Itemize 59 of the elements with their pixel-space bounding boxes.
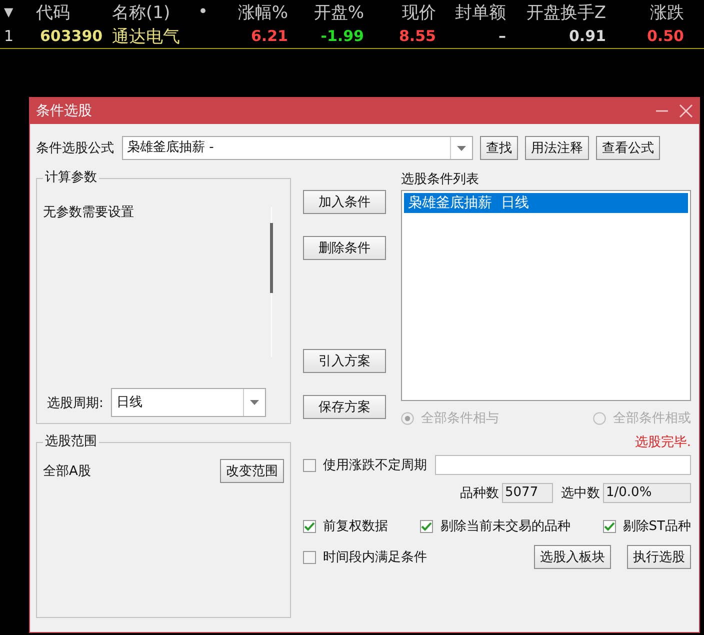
table-cell-text: 8.55	[398, 27, 436, 45]
checkmark-icon	[421, 522, 432, 530]
time-range-checkbox[interactable]: 时间段内满足条件	[303, 548, 427, 566]
period-dropdown[interactable]: 日线	[111, 388, 266, 417]
range-value: 全部A股	[43, 463, 91, 480]
option-checkbox[interactable]: 剔除当前未交易的品种	[420, 517, 570, 535]
toolbar-button[interactable]: 查看公式	[596, 136, 660, 160]
action-button[interactable]: 选股入板块	[534, 545, 611, 569]
table-cell-text: 6.21	[250, 27, 288, 45]
condition-button[interactable]: 删除条件	[303, 236, 386, 260]
condition-list-item[interactable]: 枭雄釜底抽薪 日线	[404, 193, 688, 213]
params-message: 无参数需要设置	[43, 204, 134, 222]
change-range-button[interactable]: 改变范围	[220, 459, 284, 483]
condition-list-label: 选股条件列表	[401, 171, 480, 188]
column-header[interactable]: 现价	[364, 0, 436, 24]
option-checkbox[interactable]: 剔除ST品种	[602, 517, 691, 535]
column-header[interactable]: 封单额	[436, 0, 506, 24]
column-header[interactable]: ▼	[0, 5, 36, 19]
table-cell-text: –	[498, 27, 506, 45]
column-header[interactable]: 涨幅%	[222, 0, 288, 24]
toolbar-button[interactable]: 用法注释	[525, 136, 589, 160]
scrollbar[interactable]	[271, 207, 274, 357]
checkmark-icon	[604, 522, 615, 530]
plan-button[interactable]: 引入方案	[303, 349, 386, 373]
count-field: 5077	[502, 483, 553, 503]
group-title: 计算参数	[43, 170, 99, 186]
column-header[interactable]: 涨跌	[606, 0, 684, 24]
toolbar-button[interactable]: 查找	[480, 136, 518, 160]
column-header[interactable]: 名称(1)	[112, 0, 198, 24]
formula-label: 条件选股公式	[36, 140, 114, 157]
condition-button[interactable]: 加入条件	[303, 190, 386, 214]
column-header[interactable]: 开盘换手Z	[506, 0, 606, 24]
table-cell-text: 通达电气	[112, 26, 181, 48]
close-icon[interactable]	[679, 104, 693, 118]
caret-icon	[250, 400, 260, 405]
table-cell-text: 0.50	[646, 27, 684, 45]
status-message: 选股完毕.	[634, 434, 691, 451]
count-label: 品种数	[460, 485, 499, 502]
period-label: 选股周期:	[47, 394, 104, 412]
column-header[interactable]: 代码	[36, 0, 112, 24]
checkmark-icon	[304, 522, 315, 530]
caret-icon	[457, 146, 466, 150]
column-header[interactable]: •	[198, 2, 222, 22]
table-cell-text: 0.91	[568, 27, 606, 45]
group-title: 选股范围	[43, 434, 99, 450]
table-cell-text: -1.99	[320, 27, 364, 45]
table-cell-text: 1	[3, 27, 15, 45]
table-cell-text: 603390	[39, 27, 104, 45]
window-title: 条件选股	[36, 102, 93, 120]
option-checkbox[interactable]: 前复权数据	[303, 517, 388, 535]
formula-dropdown[interactable]: 枭雄釜底抽薪 -	[122, 136, 473, 160]
column-header[interactable]: 开盘%	[288, 0, 364, 24]
period-input-field[interactable]	[435, 455, 691, 475]
quote-row[interactable]: 1 603390 通达电气 6.21 -1.99 8.55 – 0.91 0.50	[0, 24, 704, 49]
variable-period-checkbox[interactable]: 使用涨跌不定周期	[303, 456, 427, 474]
action-button[interactable]: 执行选股	[627, 545, 691, 569]
count-label: 选中数	[561, 485, 600, 502]
count-field: 1/0.0%	[603, 483, 691, 503]
plan-button[interactable]: 保存方案	[303, 395, 386, 419]
